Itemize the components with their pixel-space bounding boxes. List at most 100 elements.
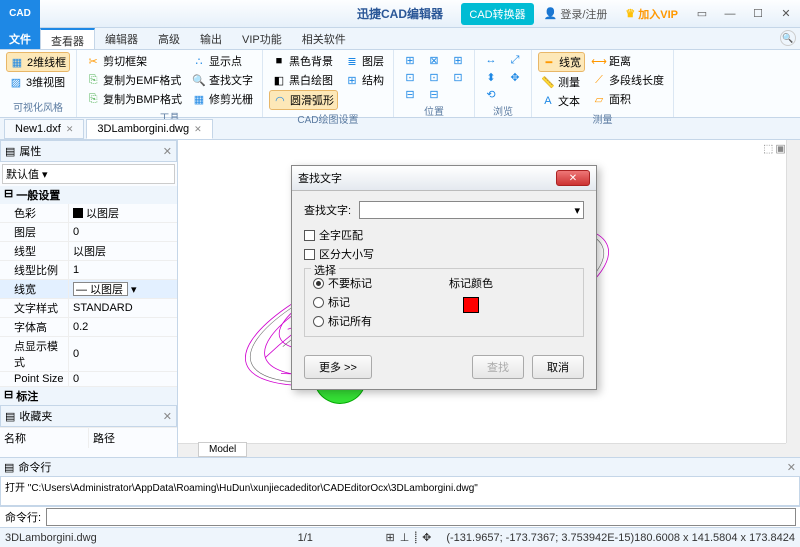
close-button[interactable]: ✕ (772, 2, 800, 26)
ribbon: ▦2维线框 ▨3维视图 可视化风格 ✂剪切框架 ⎘复制为EMF格式 ⎘复制为BM… (0, 50, 800, 118)
prop-value[interactable]: 0 (68, 372, 177, 386)
cad-converter-button[interactable]: CAD转换器 (461, 3, 533, 25)
prop-value[interactable]: STANDARD (68, 299, 177, 317)
login-button[interactable]: 👤登录/注册 (536, 3, 616, 25)
window-button[interactable]: ▭ (688, 2, 716, 26)
tab-vip[interactable]: VIP功能 (232, 28, 292, 49)
tab-related[interactable]: 相关软件 (292, 28, 356, 49)
doc-tab[interactable]: 3DLamborgini.dwg✕ (86, 119, 212, 139)
panel-close-icon[interactable]: ✕ (787, 461, 796, 474)
tab-advanced[interactable]: 高级 (148, 28, 190, 49)
bw-draw-button[interactable]: ◧黑白绘图 (269, 71, 338, 89)
prop-section[interactable]: ⊟一般设置 (0, 186, 177, 204)
find-text-button[interactable]: 🔍查找文字 (189, 71, 256, 89)
vertical-scrollbar[interactable] (786, 140, 800, 443)
prop-value[interactable]: 以图层 (68, 242, 177, 260)
nav-icon: ↔ (484, 53, 498, 67)
cancel-button[interactable]: 取消 (532, 355, 584, 379)
find-text-input[interactable]: ▾ (359, 201, 584, 219)
panel-close-icon[interactable]: ✕ (163, 410, 172, 423)
pos-button[interactable]: ⊡ (400, 69, 420, 85)
trim-raster-button[interactable]: ▦修剪光栅 (189, 90, 256, 108)
tab-viewer[interactable]: 查看器 (40, 28, 95, 49)
prop-value[interactable]: 0 (68, 337, 177, 371)
close-icon[interactable]: ✕ (66, 124, 74, 135)
nav-button[interactable]: ⤢ (505, 52, 525, 68)
dialog-close-button[interactable]: ✕ (556, 170, 590, 186)
cmdline-label: 命令行: (0, 507, 46, 527)
panel-close-icon[interactable]: ✕ (163, 145, 172, 158)
group-label: 可视化风格 (6, 98, 70, 115)
measure-button[interactable]: 📏测量 (538, 73, 585, 91)
max-icon[interactable]: ▣ (775, 142, 785, 155)
area-button[interactable]: ▱面积 (589, 90, 667, 108)
status-coords: (-131.9657; -173.7367; 3.753942E-15) (446, 532, 634, 544)
close-icon[interactable]: ✕ (194, 124, 202, 135)
nav-button[interactable]: ↔ (481, 52, 501, 68)
pos-button[interactable]: ⊡ (424, 69, 444, 85)
minimize-button[interactable]: — (716, 2, 744, 26)
mark-all-radio[interactable]: 标记所有 (313, 313, 439, 329)
distance-button[interactable]: ⟷距离 (589, 52, 667, 70)
status-file: 3DLamborgini.dwg (5, 532, 225, 544)
nav-icon: ✥ (508, 70, 522, 84)
prop-section[interactable]: ⊟标注 (0, 387, 177, 405)
line-icon: ━ (542, 55, 556, 69)
grid-icon: ⊡ (451, 70, 465, 84)
status-icon[interactable]: ⸽ (414, 530, 417, 545)
prop-key: 文字样式 (0, 299, 68, 317)
find-button[interactable]: 查找 (472, 355, 524, 379)
model-tab[interactable]: Model (198, 442, 247, 457)
lineweight-input[interactable] (73, 282, 128, 296)
layers-button[interactable]: ≣图层 (342, 52, 387, 70)
prop-value[interactable]: ▾ (68, 280, 177, 298)
prop-value[interactable]: 0.2 (68, 318, 177, 336)
float-icon[interactable]: ⬚ (763, 142, 773, 155)
text-tool-button[interactable]: A文本 (538, 92, 585, 110)
prop-value[interactable]: 0 (68, 223, 177, 241)
horizontal-scrollbar[interactable] (178, 443, 786, 457)
polyline-len-button[interactable]: ⟋多段线长度 (589, 71, 667, 89)
file-menu[interactable]: 文件 (0, 28, 40, 49)
nav-button[interactable]: ✥ (505, 69, 525, 85)
pos-button[interactable]: ⊠ (424, 52, 444, 68)
nav-button[interactable]: ⬍ (481, 69, 501, 85)
cmdline-input[interactable] (46, 508, 796, 526)
structure-button[interactable]: ⊞结构 (342, 71, 387, 89)
pos-button[interactable]: ⊡ (448, 69, 468, 85)
copy-emf-button[interactable]: ⎘复制为EMF格式 (83, 71, 185, 89)
pos-button[interactable]: ⊟ (424, 86, 444, 102)
nav-button[interactable]: ⟲ (481, 86, 501, 102)
text-icon: A (541, 94, 555, 108)
pos-button[interactable]: ⊟ (400, 86, 420, 102)
lineweight-button[interactable]: ━线宽 (538, 52, 585, 72)
mark-color-swatch[interactable] (463, 297, 479, 313)
nav-icon: ⤢ (508, 53, 522, 67)
tab-output[interactable]: 输出 (190, 28, 232, 49)
mark-radio[interactable]: 标记 (313, 294, 439, 310)
whole-word-checkbox[interactable]: 全字匹配 (304, 227, 584, 243)
crop-frame-button[interactable]: ✂剪切框架 (83, 52, 185, 70)
black-bg-button[interactable]: ■黑色背景 (269, 52, 338, 70)
vip-button[interactable]: ♛加入VIP (617, 3, 686, 25)
copy-bmp-button[interactable]: ⎘复制为BMP格式 (83, 90, 185, 108)
wireframe-2d-button[interactable]: ▦2维线框 (6, 52, 70, 72)
smooth-arc-button[interactable]: ◠圆滑弧形 (269, 90, 338, 110)
view-3d-button[interactable]: ▨3维视图 (6, 73, 70, 91)
doc-tab[interactable]: New1.dxf✕ (4, 119, 84, 139)
maximize-button[interactable]: ☐ (744, 2, 772, 26)
tab-editor[interactable]: 编辑器 (95, 28, 148, 49)
dots-icon: ∴ (192, 54, 206, 68)
property-select[interactable]: 默认值 ▾ (2, 164, 175, 184)
status-ratio: 1/1 (225, 532, 386, 544)
prop-value[interactable]: 以图层 (68, 204, 177, 222)
pos-button[interactable]: ⊞ (400, 52, 420, 68)
more-button[interactable]: 更多 >> (304, 355, 372, 379)
case-sensitive-checkbox[interactable]: 区分大小写 (304, 246, 584, 262)
prop-key: 线型 (0, 242, 68, 260)
show-points-button[interactable]: ∴显示点 (189, 52, 256, 70)
search-icon[interactable]: 🔍 (780, 30, 796, 46)
search-icon: 🔍 (192, 73, 206, 87)
pos-button[interactable]: ⊞ (448, 52, 468, 68)
prop-value[interactable]: 1 (68, 261, 177, 279)
